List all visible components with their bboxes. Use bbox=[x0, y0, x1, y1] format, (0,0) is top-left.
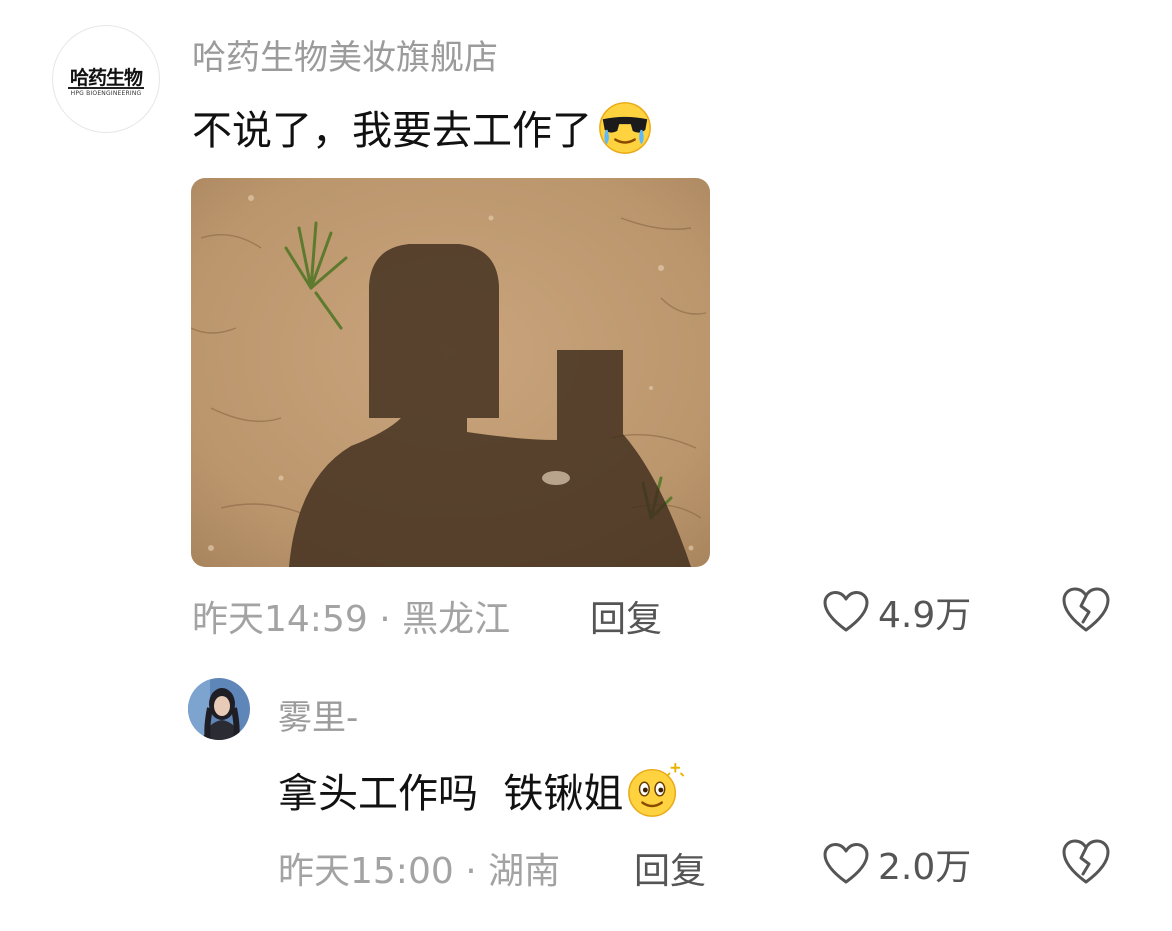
reply-text-line: 拿头工作吗 铁锹姐 bbox=[278, 760, 685, 820]
avatar-logo-divider bbox=[68, 87, 144, 89]
heart-outline-icon bbox=[823, 591, 869, 632]
shop-avatar[interactable]: 哈药生物 HPG BIOENGINEERING bbox=[52, 25, 160, 133]
avatar-logo-subtext: HPG BIOENGINEERING bbox=[70, 90, 142, 97]
comment-photo[interactable] bbox=[191, 178, 710, 567]
heart-outline-icon bbox=[823, 843, 869, 884]
shadow-selfie-image bbox=[191, 178, 710, 567]
reply-location: 湖南 bbox=[488, 851, 561, 892]
avatar-portrait-image bbox=[188, 678, 250, 740]
comment-location: 黑龙江 bbox=[402, 599, 511, 640]
cool-crying-emoji-icon bbox=[599, 102, 651, 154]
comment-like-count: 4.9万 bbox=[878, 595, 972, 636]
comment-reply-button[interactable]: 回复 bbox=[590, 590, 662, 642]
reply-time: 昨天15:00 bbox=[278, 851, 454, 892]
comment-separator: · bbox=[367, 599, 403, 640]
comment-username[interactable]: 哈药生物美妆旗舰店 bbox=[192, 30, 498, 79]
reply-like-count: 2.0万 bbox=[878, 847, 972, 888]
reply-text: 拿头工作吗 铁锹姐 bbox=[278, 771, 624, 817]
sparkle-smile-emoji-icon bbox=[628, 762, 685, 817]
comment-meta: 昨天14:59 · 黑龙江 bbox=[192, 590, 510, 642]
reply-meta: 昨天15:00 · 湖南 bbox=[278, 842, 560, 894]
comment-time: 昨天14:59 bbox=[192, 599, 368, 640]
reply-username[interactable]: 雾里- bbox=[278, 690, 358, 739]
dislike-broken-heart-icon[interactable] bbox=[1060, 586, 1112, 634]
reply-user-avatar[interactable] bbox=[188, 678, 250, 740]
dislike-broken-heart-icon[interactable] bbox=[1060, 838, 1112, 886]
reply-reply-button[interactable]: 回复 bbox=[634, 842, 706, 894]
comment-like-button[interactable]: 4.9万 bbox=[822, 586, 971, 638]
comment-text: 不说了，我要去工作了 bbox=[192, 108, 592, 154]
reply-separator: · bbox=[453, 851, 489, 892]
comment-text-line: 不说了，我要去工作了 bbox=[192, 98, 654, 156]
avatar-logo-text: 哈药生物 bbox=[69, 67, 143, 89]
reply-like-button[interactable]: 2.0万 bbox=[822, 838, 971, 890]
